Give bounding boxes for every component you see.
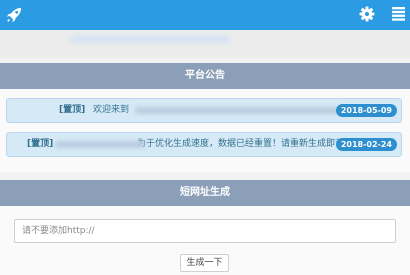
rocket-icon[interactable] xyxy=(5,6,23,24)
top-navbar xyxy=(0,0,410,30)
announcement-item[interactable]: [置顶] 为于优化生成速度，数据已经重置！请重新生成即可！ 2018-02-24 xyxy=(6,132,402,157)
url-input[interactable] xyxy=(14,219,396,243)
redacted-text xyxy=(135,107,340,114)
redacted-text xyxy=(55,141,145,148)
sub-header-band xyxy=(0,30,410,58)
announcement-item[interactable]: [置顶] 欢迎来到 2018-05-09 xyxy=(6,98,402,123)
blurred-banner xyxy=(70,35,230,43)
pinned-tag: [置顶] xyxy=(59,105,86,115)
shortener-heading: 短网址生成 xyxy=(0,180,410,206)
gear-icon[interactable] xyxy=(359,6,375,22)
announcements-panel: [置顶] 欢迎来到 2018-05-09 [置顶] 为于优化生成速度，数据已经重… xyxy=(0,89,410,172)
announcement-date: 2018-05-09 xyxy=(335,104,397,117)
generate-button[interactable]: 生成一下 xyxy=(180,254,229,272)
announcement-date: 2018-02-24 xyxy=(335,138,397,151)
announcement-text: 欢迎来到 xyxy=(93,105,130,115)
announcement-text: 为于优化生成速度，数据已经重置！请重新生成即可！ xyxy=(137,139,354,149)
announcements-heading: 平台公告 xyxy=(0,63,410,89)
pinned-tag: [置顶] xyxy=(27,139,54,149)
list-menu-icon[interactable] xyxy=(392,7,405,21)
